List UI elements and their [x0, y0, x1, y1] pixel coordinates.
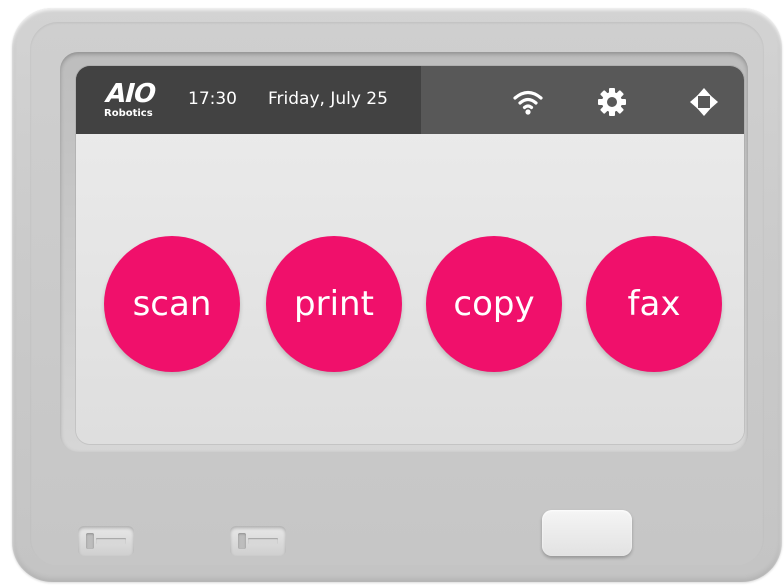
left-hardware-tab[interactable] — [78, 526, 134, 556]
print-button-label: print — [294, 284, 374, 324]
logo-subtitle: Robotics — [104, 108, 153, 119]
print-button[interactable]: print — [266, 236, 402, 372]
hardware-button[interactable] — [542, 510, 632, 556]
brand-logo: AIO Robotics — [100, 79, 170, 124]
copy-button[interactable]: copy — [426, 236, 562, 372]
right-hardware-tab[interactable] — [230, 526, 286, 556]
status-bar-info: AIO Robotics 17:30 Friday, July 25 — [76, 66, 421, 134]
move-arrows-icon[interactable] — [688, 86, 720, 118]
fax-button[interactable]: fax — [586, 236, 722, 372]
status-bar: AIO Robotics 17:30 Friday, July 25 — [76, 66, 744, 134]
wifi-icon[interactable] — [512, 86, 544, 118]
touch-screen: AIO Robotics 17:30 Friday, July 25 scan … — [76, 66, 744, 444]
copy-button-label: copy — [453, 284, 535, 324]
stage: AIO Robotics 17:30 Friday, July 25 scan … — [0, 0, 784, 586]
scan-button-label: scan — [132, 284, 212, 324]
fax-button-label: fax — [627, 284, 681, 324]
clock-time: 17:30 — [188, 89, 237, 109]
current-date: Friday, July 25 — [268, 89, 388, 109]
logo-mark: AIO — [102, 79, 159, 109]
scan-button[interactable]: scan — [104, 236, 240, 372]
gear-icon[interactable] — [596, 86, 628, 118]
